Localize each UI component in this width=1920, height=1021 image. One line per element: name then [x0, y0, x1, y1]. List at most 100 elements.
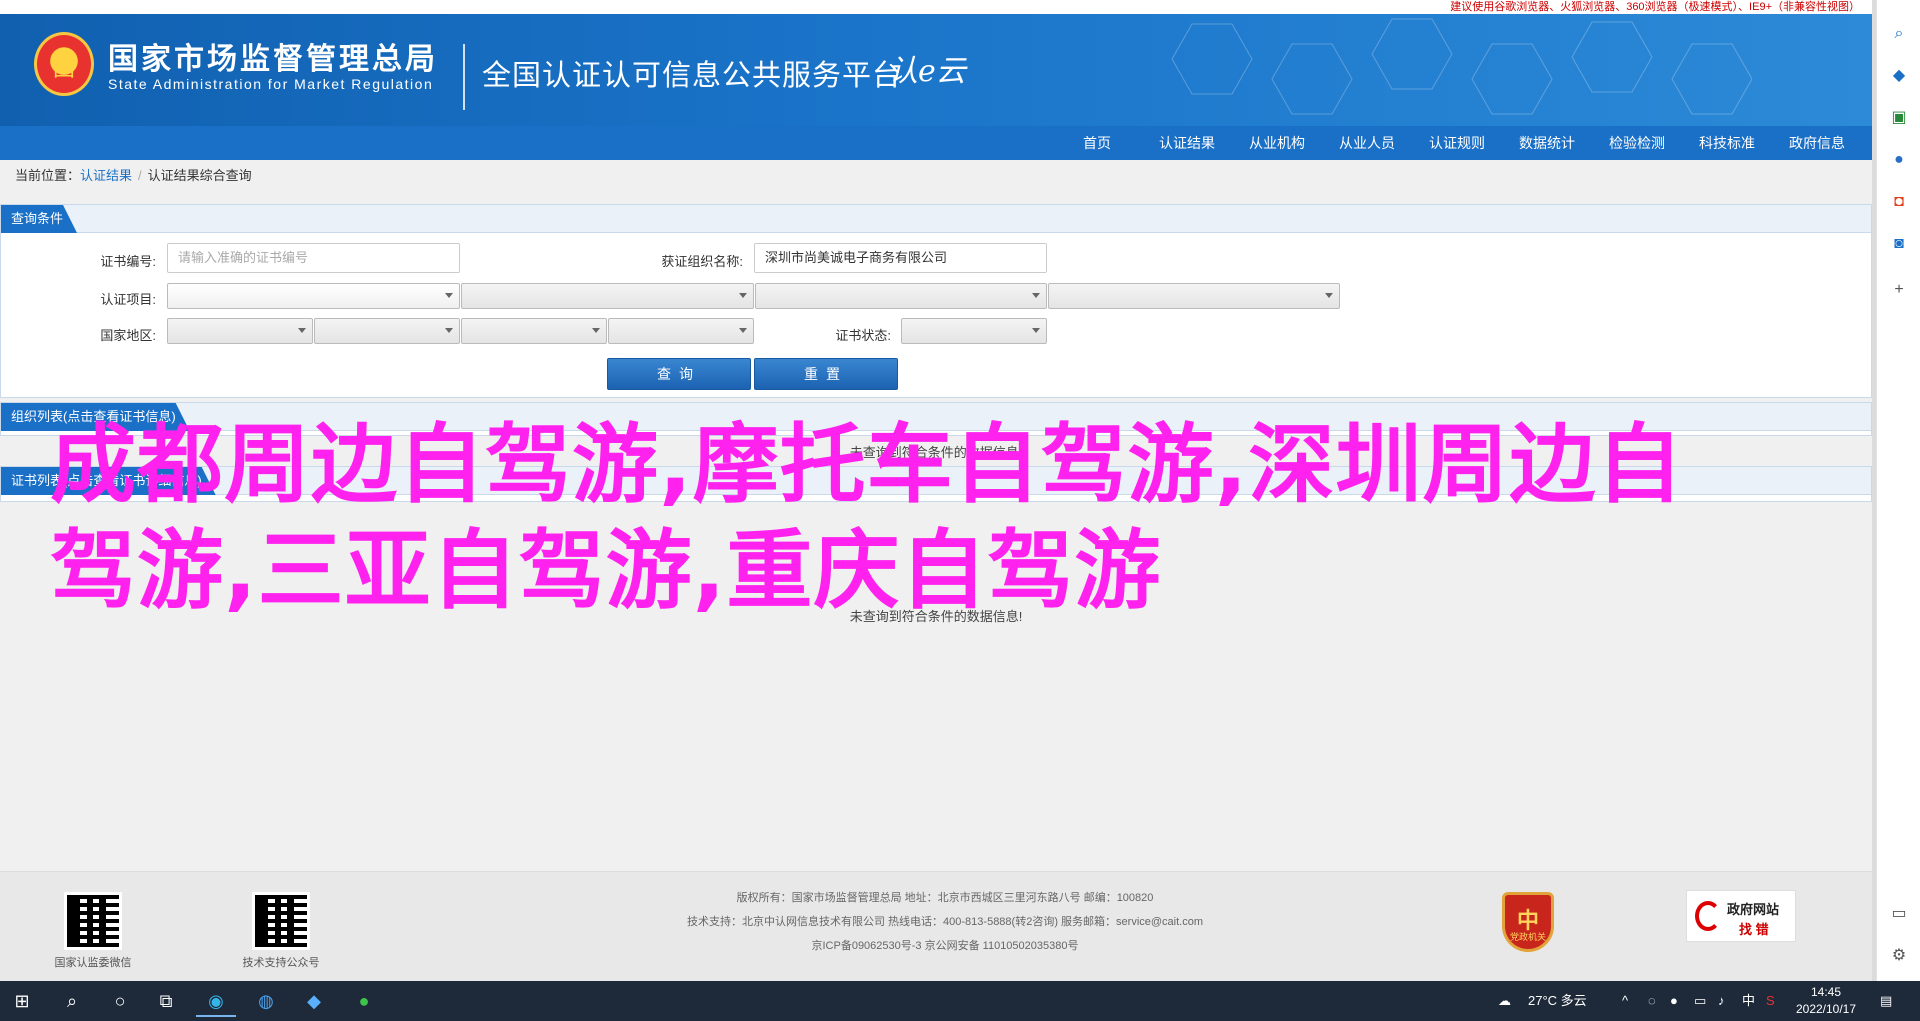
volume-icon[interactable]: ♪: [1718, 981, 1725, 1021]
chevron-down-icon: [298, 328, 306, 333]
sogou-ime-icon[interactable]: S: [1766, 981, 1775, 1021]
cert-no-input[interactable]: 请输入准确的证书编号: [167, 243, 460, 273]
tag-icon[interactable]: ◆: [1889, 66, 1909, 86]
site-banner: 国 国家市场监督管理总局 State Administration for Ma…: [0, 14, 1872, 126]
windows-taskbar: ⊞ ⌕ ○ ⧉ ◉ ◍ ◆ ● ☁ 27°C 多云 ^ ◌ ● ▭ ♪ 中 S …: [0, 981, 1920, 1021]
support-qr-caption: 技术支持公众号: [242, 957, 320, 969]
footer-icp[interactable]: 京ICP备09062530号-3 京公网安备 11010502035380号: [560, 934, 1330, 958]
reset-button[interactable]: 重置: [754, 358, 898, 390]
cert-status-label: 证书状态:: [835, 328, 891, 343]
sidebar-toggle-icon[interactable]: ▭: [1889, 904, 1909, 924]
tray-app-icon[interactable]: ◌: [1648, 981, 1656, 1021]
chevron-down-icon: [445, 293, 453, 298]
region-select-2[interactable]: [314, 318, 460, 344]
region-label: 国家地区:: [100, 328, 156, 343]
org-name-cn: 国家市场监督管理总局: [108, 43, 438, 76]
weather-icon[interactable]: ☁: [1498, 981, 1511, 1021]
outlook-icon[interactable]: ◙: [1889, 234, 1909, 254]
region-select-1[interactable]: [167, 318, 313, 344]
wechat-qr-caption: 国家认监委微信: [54, 957, 132, 969]
national-emblem-icon[interactable]: 国: [34, 32, 94, 96]
footer-copyright: 版权所有：国家市场监督管理总局 地址：北京市西城区三里河东路八号 邮编：1008…: [736, 892, 1154, 904]
gov-site-label: 政府网站: [1727, 902, 1780, 917]
nav-item-0[interactable]: 首页: [1052, 126, 1142, 160]
chevron-down-icon: [739, 293, 747, 298]
nav-item-1[interactable]: 认证结果: [1142, 126, 1232, 160]
app-icon-2[interactable]: ◆: [294, 985, 334, 1017]
badge-label: 党政机关: [1509, 932, 1546, 942]
support-qr-code: [252, 892, 310, 950]
ime-indicator[interactable]: 中: [1742, 981, 1755, 1021]
qr-pattern: [67, 895, 119, 947]
hex-pattern: [1171, 18, 1752, 115]
chevron-down-icon: [592, 328, 600, 333]
toolbox-icon[interactable]: ▣: [1889, 108, 1909, 128]
footer-support: 技术支持：北京中认网信息技术有限公司 热线电话：400-813-5888(转2咨…: [686, 916, 1204, 928]
search-icon[interactable]: ⌕: [52, 985, 92, 1017]
nav-item-7[interactable]: 科技标准: [1682, 126, 1772, 160]
nav-item-2[interactable]: 从业机构: [1232, 126, 1322, 160]
chevron-down-icon: [445, 328, 453, 333]
magnifier-icon: [1695, 901, 1721, 931]
chevron-down-icon: [1032, 293, 1040, 298]
nav-item-3[interactable]: 从业人员: [1322, 126, 1412, 160]
settings-gear-icon[interactable]: ⚙: [1889, 946, 1909, 966]
breadcrumb-link-results[interactable]: 认证结果: [80, 168, 132, 183]
qr-pattern: [255, 895, 307, 947]
people-icon[interactable]: ●: [1889, 150, 1909, 170]
cert-no-label: 证书编号:: [100, 254, 156, 269]
cert-item-select-1[interactable]: [167, 283, 460, 309]
cortana-icon[interactable]: ○: [100, 985, 140, 1017]
nav-item-4[interactable]: 认证规则: [1412, 126, 1502, 160]
app-icon-1[interactable]: ◍: [246, 985, 286, 1017]
breadcrumb-prefix: 当前位置：: [15, 168, 81, 183]
region-select-4[interactable]: [608, 318, 754, 344]
cert-item-select-3[interactable]: [755, 283, 1047, 309]
cert-item-select-2[interactable]: [461, 283, 754, 309]
clock-time: 14:45: [1810, 985, 1842, 999]
office-icon[interactable]: ◘: [1889, 192, 1909, 212]
cert-item-select-4[interactable]: [1048, 283, 1340, 309]
banner-divider: [463, 44, 465, 110]
tray-expand-icon[interactable]: ^: [1622, 981, 1628, 1021]
search-button[interactable]: 查询: [607, 358, 751, 390]
org-name-input[interactable]: 深圳市尚美诚电子商务有限公司: [754, 243, 1047, 273]
wechat-icon[interactable]: ●: [344, 985, 384, 1017]
query-panel-header: 查询条件: [1, 205, 1871, 233]
party-gov-badge[interactable]: 中党政机关: [1502, 892, 1554, 952]
wechat-tray-icon[interactable]: ●: [1670, 981, 1678, 1021]
system-clock[interactable]: 14:45 2022/10/17: [1786, 984, 1866, 1018]
region-select-3[interactable]: [461, 318, 607, 344]
emblem-glyph: 国: [52, 56, 75, 81]
browser-recommendation: 建议使用谷歌浏览器、火狐浏览器、360浏览器（极速模式）、IE9+（非兼容性视图…: [0, 0, 1872, 14]
clock-date: 2022/10/17: [1795, 1002, 1857, 1016]
tab-query-conditions[interactable]: 查询条件: [1, 205, 77, 233]
notification-icon[interactable]: ▤: [1880, 981, 1892, 1021]
nav-item-5[interactable]: 数据统计: [1502, 126, 1592, 160]
weather-text[interactable]: 27°C 多云: [1528, 981, 1587, 1021]
nav-item-6[interactable]: 检验检测: [1592, 126, 1682, 160]
site-footer: 国家认监委微信 技术支持公众号 版权所有：国家市场监督管理总局 地址：北京市西城…: [0, 871, 1872, 981]
ecloud-logo[interactable]: 认e云: [888, 46, 966, 90]
org-name-label: 获证组织名称:: [661, 254, 743, 269]
overlay-keyword-text: 成都周边自驾游,摩托车自驾游,深圳周边自驾游,三亚自驾游,重庆自驾游: [50, 415, 1684, 621]
org-name-en: State Administration for Market Regulati…: [108, 76, 434, 92]
browser-sidebar: ⌕ ◆ ▣ ● ◘ ◙ + ▭ ⚙: [1876, 0, 1920, 981]
chevron-down-icon: [1032, 328, 1040, 333]
search-icon[interactable]: ⌕: [1889, 24, 1909, 44]
breadcrumb-current: 认证结果综合查询: [147, 168, 252, 183]
breadcrumb-separator: /: [138, 168, 142, 183]
query-panel: 查询条件 证书编号: 请输入准确的证书编号 获证组织名称: 深圳市尚美诚电子商务…: [0, 204, 1872, 398]
chevron-down-icon: [739, 328, 747, 333]
cert-status-select[interactable]: [901, 318, 1047, 344]
chevron-down-icon: [1325, 293, 1333, 298]
main-nav: 首页 认证结果 从业机构 从业人员 认证规则 数据统计 检验检测 科技标准 政府信息: [0, 126, 1872, 160]
windows-start-icon[interactable]: ⊞: [2, 985, 42, 1017]
network-icon[interactable]: ▭: [1694, 981, 1706, 1021]
gov-site-error-report[interactable]: 政府网站 找 错: [1686, 890, 1796, 942]
edge-browser-icon[interactable]: ◉: [196, 985, 236, 1017]
nav-item-8[interactable]: 政府信息: [1772, 126, 1862, 160]
breadcrumb: 当前位置：认证结果 / 认证结果综合查询: [0, 160, 1872, 192]
add-icon[interactable]: +: [1889, 280, 1909, 300]
task-view-icon[interactable]: ⧉: [146, 985, 186, 1017]
